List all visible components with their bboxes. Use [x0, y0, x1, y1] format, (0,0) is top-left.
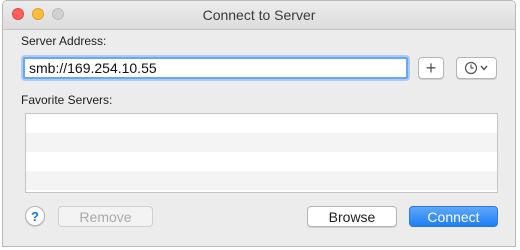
- server-address-label: Server Address:: [21, 34, 107, 48]
- list-row: [26, 152, 497, 171]
- clock-icon: [464, 61, 488, 75]
- plus-icon: +: [425, 58, 437, 78]
- window-title: Connect to Server: [202, 7, 316, 23]
- remove-button: Remove: [58, 206, 153, 227]
- favorite-servers-label: Favorite Servers:: [21, 93, 113, 107]
- add-favorite-button[interactable]: +: [418, 57, 444, 79]
- chevron-down-icon: [479, 65, 488, 71]
- connect-to-server-window: Connect to Server Server Address: + Favo…: [2, 0, 516, 247]
- server-address-input[interactable]: [23, 57, 408, 79]
- list-row: [26, 133, 497, 152]
- question-mark-icon: ?: [31, 208, 39, 224]
- title-bar: Connect to Server: [3, 1, 515, 30]
- connect-button[interactable]: Connect: [409, 206, 498, 227]
- help-button[interactable]: ?: [25, 206, 45, 226]
- list-row: [26, 171, 497, 190]
- list-row: [26, 114, 497, 133]
- browse-button[interactable]: Browse: [307, 206, 397, 227]
- recent-servers-button[interactable]: [456, 57, 497, 79]
- favorite-servers-list[interactable]: [25, 113, 498, 193]
